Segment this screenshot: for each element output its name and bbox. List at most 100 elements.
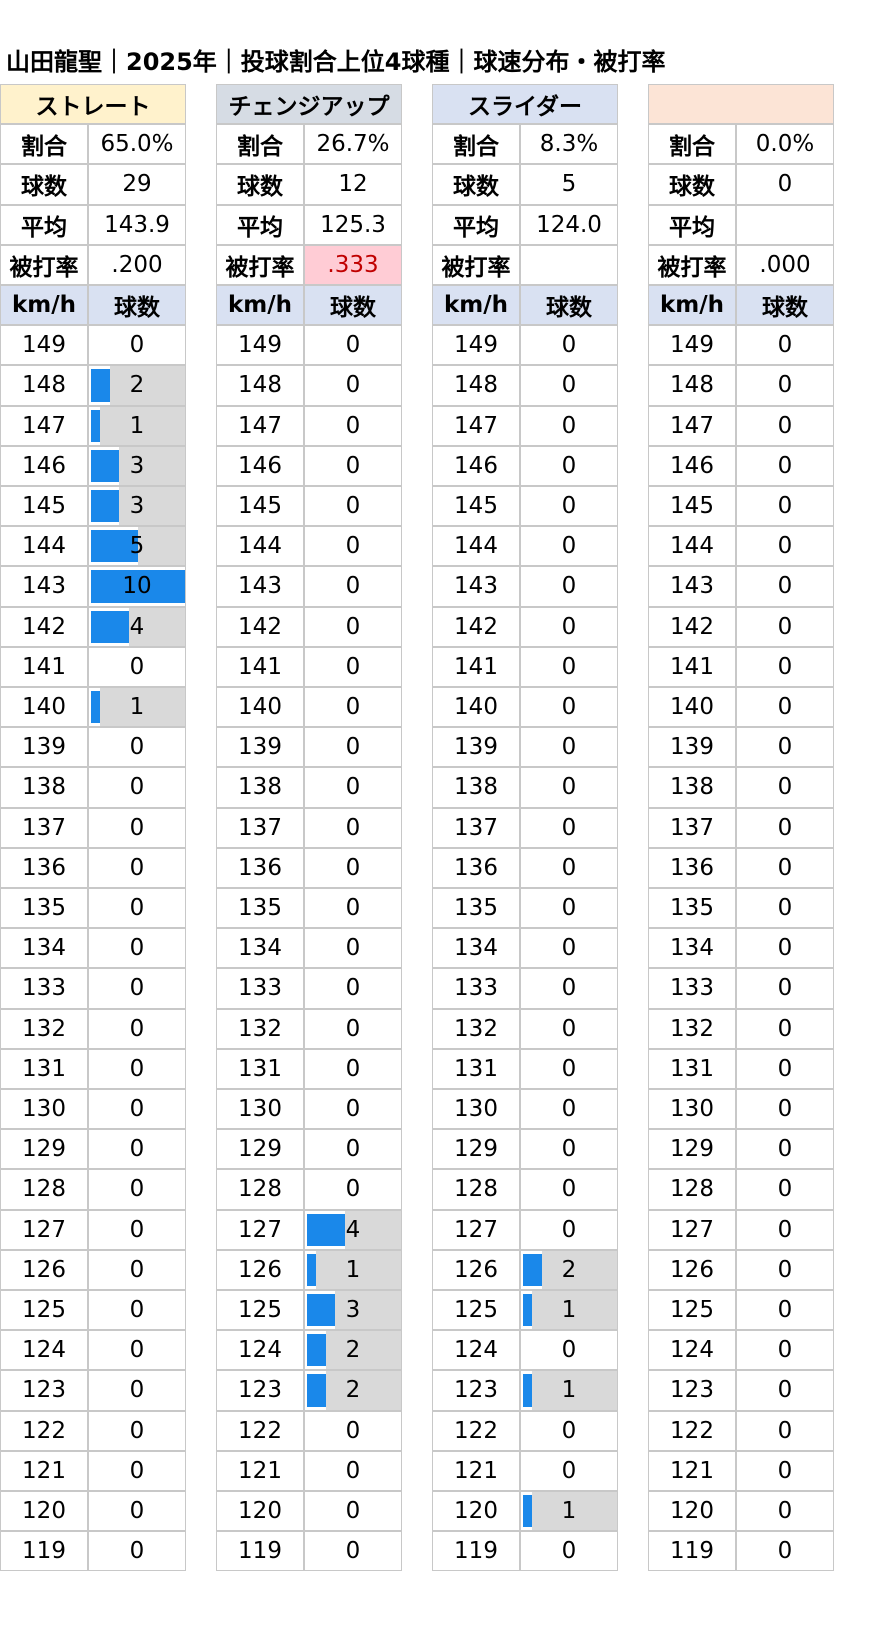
speed-cell: 135 [216, 888, 304, 929]
count-value-label: 0 [129, 1216, 145, 1243]
speed-cell: 131 [648, 1048, 736, 1089]
speed-cell: 144 [0, 526, 88, 567]
speed-cell: 145 [432, 486, 520, 527]
speed-cell: 132 [648, 1008, 736, 1049]
count-cell: 0 [520, 928, 618, 969]
speed-cell: 125 [432, 1290, 520, 1331]
count-value-label: 0 [345, 935, 361, 962]
count-value-label: 0 [561, 533, 577, 560]
count-value-label: 0 [129, 1015, 145, 1042]
speed-cell: 139 [432, 727, 520, 768]
count-value-label: 0 [561, 452, 577, 479]
speed-cell: 145 [648, 486, 736, 527]
speed-cell: 125 [648, 1290, 736, 1331]
speed-cell: 143 [648, 566, 736, 607]
ratio-label: 割合 [432, 124, 520, 165]
count-value-label: 0 [777, 1337, 793, 1364]
count-value-label: 0 [561, 1176, 577, 1203]
count-cell: 0 [736, 646, 834, 687]
count-cell: 0 [304, 807, 402, 848]
bar-background [326, 1331, 401, 1370]
babip-label: 被打率 [648, 244, 736, 285]
speed-cell: 131 [216, 1048, 304, 1089]
count-value-label: 0 [777, 774, 793, 801]
count-value-label: 1 [561, 1297, 577, 1324]
count-cell: 0 [736, 606, 834, 647]
count-bar [523, 1253, 542, 1286]
speed-cell: 138 [432, 767, 520, 808]
count-cell: 4 [88, 606, 186, 647]
count-cell: 0 [736, 1209, 834, 1250]
count-cell: 0 [304, 888, 402, 929]
speed-cell: 143 [432, 566, 520, 607]
count-cell: 0 [88, 1491, 186, 1532]
count-cell: 0 [88, 1410, 186, 1451]
pitches-header: 球数 [304, 285, 402, 326]
count-value-label: 5 [129, 533, 145, 560]
count-bar [91, 409, 100, 442]
count-value-label: 0 [777, 1015, 793, 1042]
count-value-label: 0 [561, 653, 577, 680]
kmh-header: km/h [0, 285, 88, 326]
speed-cell: 145 [0, 486, 88, 527]
speed-cell: 124 [648, 1330, 736, 1371]
speed-cell: 130 [216, 1089, 304, 1130]
speed-cell: 123 [432, 1370, 520, 1411]
count-cell: 0 [88, 1129, 186, 1170]
count-cell: 1 [520, 1290, 618, 1331]
count-cell: 0 [304, 1491, 402, 1532]
count-value-label: 0 [561, 734, 577, 761]
speed-cell: 139 [0, 727, 88, 768]
count-value-label: 2 [561, 1256, 577, 1283]
count-value-label: 0 [129, 1096, 145, 1123]
count-cell: 0 [88, 1209, 186, 1250]
speed-cell: 127 [432, 1209, 520, 1250]
speed-cell: 126 [432, 1249, 520, 1290]
count-cell: 0 [88, 1330, 186, 1371]
count-value: 5 [520, 164, 618, 205]
speed-cell: 138 [648, 767, 736, 808]
ratio-value: 0.0% [736, 124, 834, 165]
count-value-label: 0 [129, 332, 145, 359]
count-value-label: 0 [129, 1297, 145, 1324]
count-value-label: 0 [345, 975, 361, 1002]
speed-cell: 140 [0, 687, 88, 728]
count-value-label: 0 [129, 1457, 145, 1484]
count-value-label: 0 [561, 573, 577, 600]
bar-background [326, 1371, 401, 1410]
count-cell: 0 [520, 767, 618, 808]
count-label: 球数 [0, 164, 88, 205]
speed-cell: 132 [432, 1008, 520, 1049]
speed-cell: 139 [216, 727, 304, 768]
count-value-label: 1 [561, 1377, 577, 1404]
speed-cell: 129 [432, 1129, 520, 1170]
count-cell: 0 [520, 486, 618, 527]
count-cell: 0 [520, 888, 618, 929]
count-cell: 0 [304, 1531, 402, 1572]
count-cell: 10 [88, 566, 186, 607]
ratio-value: 8.3% [520, 124, 618, 165]
count-value-label: 1 [561, 1498, 577, 1525]
count-value-label: 0 [777, 1096, 793, 1123]
count-value-label: 0 [561, 814, 577, 841]
count-cell: 0 [736, 325, 834, 366]
count-cell: 0 [736, 807, 834, 848]
bar-background [138, 527, 185, 566]
speed-cell: 125 [216, 1290, 304, 1331]
count-value-label: 0 [345, 1538, 361, 1565]
speed-cell: 121 [216, 1450, 304, 1491]
count-cell: 0 [520, 606, 618, 647]
count-value-label: 0 [777, 493, 793, 520]
count-value-label: 0 [777, 694, 793, 721]
count-value-label: 0 [129, 734, 145, 761]
count-value-label: 4 [129, 613, 145, 640]
count-value-label: 2 [345, 1377, 361, 1404]
kmh-header: km/h [216, 285, 304, 326]
count-bar [523, 1294, 532, 1327]
count-cell: 0 [736, 1169, 834, 1210]
ratio-value: 26.7% [304, 124, 402, 165]
count-cell: 0 [88, 1531, 186, 1572]
count-cell: 0 [736, 1008, 834, 1049]
count-cell: 0 [304, 1450, 402, 1491]
speed-cell: 134 [648, 928, 736, 969]
